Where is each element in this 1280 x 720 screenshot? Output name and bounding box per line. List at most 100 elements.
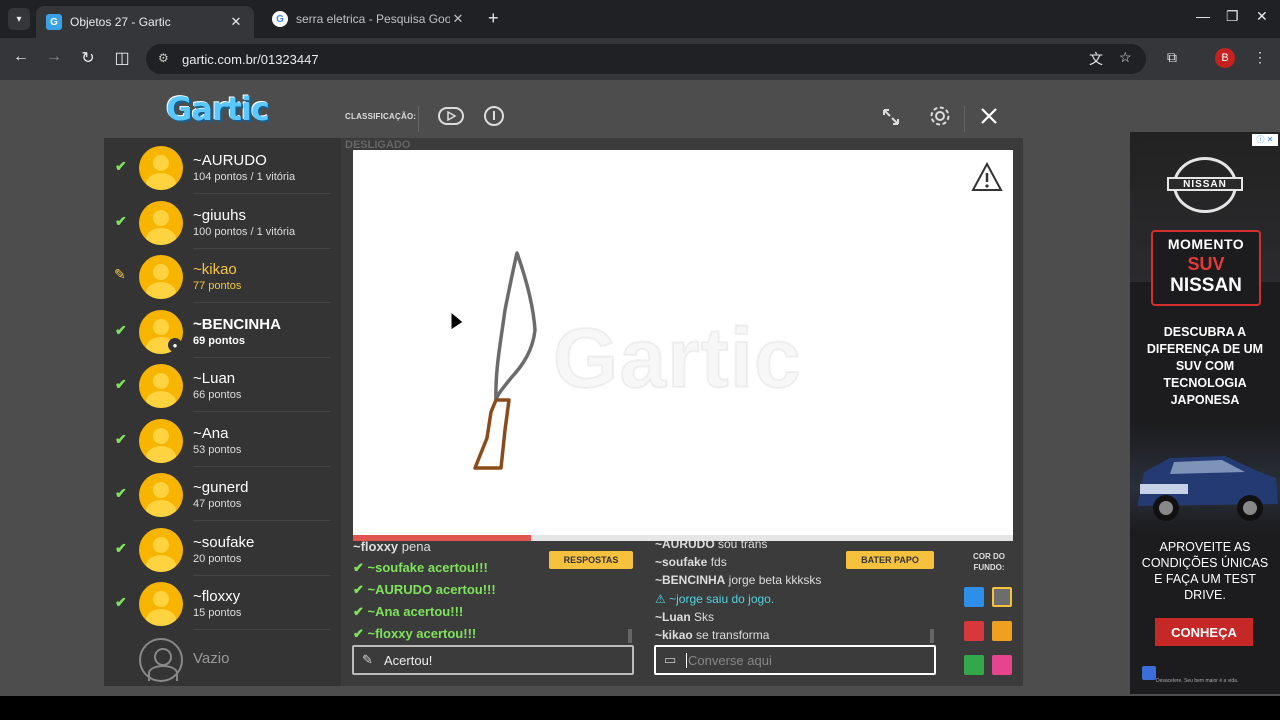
chat-scrollbar[interactable]: [930, 629, 934, 643]
ad-footer-logo: [1142, 666, 1156, 680]
avatar: [139, 364, 183, 408]
fullscreen-icon[interactable]: [881, 107, 901, 132]
chat-input[interactable]: ▭ Converse aqui: [654, 645, 936, 675]
avatar: [139, 255, 183, 299]
adchoices-icon[interactable]: ⓘ ✕: [1252, 134, 1278, 146]
color-swatch[interactable]: [992, 621, 1012, 641]
player-row[interactable]: ✔ ~Ana 53 pontos: [104, 413, 341, 467]
player-name: ~soufake: [193, 534, 255, 551]
chat-system-text: ~jorge saiu do jogo.: [669, 592, 775, 606]
chat-message: ~kikao se transforma: [655, 628, 769, 642]
chat-message: ~BENCINHA jorge beta kkksks: [655, 573, 821, 587]
minimize-icon[interactable]: —: [1196, 8, 1210, 24]
site-info-icon[interactable]: ⚙: [158, 51, 169, 65]
check-icon: ✔: [115, 431, 127, 447]
chat-text: se transforma: [692, 628, 770, 642]
player-name: ~BENCINHA: [193, 316, 281, 333]
player-score: 15 pontos: [193, 607, 242, 619]
chat-message: ~Luan Sks: [655, 610, 714, 624]
player-score: 47 pontos: [193, 498, 242, 510]
player-name: ~AURUDO: [193, 152, 267, 169]
tab-google-search[interactable]: G serra eletrica - Pesquisa Goo ✕: [262, 4, 476, 34]
avatar: [139, 419, 183, 463]
answer-correct: ✔ ~Ana acertou!!!: [353, 604, 463, 620]
answer-input[interactable]: ✎ Acertou!: [352, 645, 634, 675]
players-list: ✔ ~AURUDO 104 pontos / 1 vitória ✔ ~giuu…: [104, 138, 341, 686]
profile-avatar[interactable]: B: [1215, 48, 1235, 68]
extensions-icon[interactable]: ⧉: [1167, 49, 1177, 66]
translate-icon[interactable]: 文: [1089, 49, 1103, 69]
color-swatch[interactable]: [964, 587, 984, 607]
color-swatch-selected[interactable]: [992, 587, 1012, 607]
player-row[interactable]: ✔ ~AURUDO 104 pontos / 1 vitória: [104, 140, 341, 194]
conheca-button[interactable]: CONHEÇA: [1155, 618, 1253, 646]
answers-scrollbar[interactable]: [628, 629, 632, 643]
address-bar[interactable]: ⚙ gartic.com.br/01323447: [146, 44, 1146, 74]
player-row[interactable]: ✔ ~soufake 20 pontos: [104, 522, 341, 576]
player-row[interactable]: ✔ ~gunerd 47 pontos: [104, 467, 341, 521]
background-color-title: COR DO FUNDO:: [973, 552, 1005, 572]
player-name: ~floxxy: [193, 588, 241, 605]
header-divider: [418, 106, 419, 132]
answer-correct-text: ~Ana acertou!!!: [367, 604, 464, 619]
exit-close-icon[interactable]: [979, 106, 999, 131]
answer-message: ~floxxy pena: [353, 541, 431, 554]
answer-correct-text: ~AURUDO acertou!!!: [367, 582, 496, 597]
player-row[interactable]: ✔ ~giuuhs 100 pontos / 1 vitória: [104, 195, 341, 249]
bater-papo-button[interactable]: BATER PAPO: [846, 551, 934, 569]
bookmark-star-icon[interactable]: ☆: [1119, 49, 1132, 66]
tab-search-icon[interactable]: ▾: [8, 8, 30, 30]
back-icon[interactable]: ←: [10, 48, 32, 66]
close-window-icon[interactable]: ✕: [1256, 8, 1268, 25]
player-row[interactable]: ✔ ~Luan 66 pontos: [104, 358, 341, 412]
answer-correct-text: ~soufake acertou!!!: [367, 560, 488, 575]
player-score: 53 pontos: [193, 444, 242, 456]
info-icon[interactable]: [483, 105, 505, 132]
nissan-ad[interactable]: ⓘ ✕ NISSAN MOMENTO SUV NISSAN DESCUBRA A…: [1130, 132, 1280, 694]
settings-gear-icon[interactable]: [929, 105, 951, 132]
empty-slot: Vazio: [104, 632, 341, 686]
new-tab-icon[interactable]: +: [488, 8, 499, 29]
gartic-page: Gartic CLASSIFICAÇÃO: DESLIGADO ✔ ~AURUD…: [0, 80, 1280, 696]
chat-input-placeholder: Converse aqui: [686, 652, 772, 668]
tab-title: Objetos 27 - Gartic: [70, 15, 171, 29]
close-tab-icon[interactable]: ✕: [228, 14, 244, 30]
color-swatch[interactable]: [964, 655, 984, 675]
row-divider: [193, 302, 331, 303]
color-swatch[interactable]: [992, 655, 1012, 675]
close-tab-icon[interactable]: ✕: [450, 11, 466, 27]
chat-text: Sks: [690, 610, 715, 624]
check-icon: ✔: [115, 485, 127, 501]
respostas-button[interactable]: RESPOSTAS: [549, 551, 633, 569]
empty-user-icon: [139, 638, 183, 682]
player-name: ~Luan: [193, 370, 236, 387]
player-row[interactable]: ✔ ● ~BENCINHA 69 pontos: [104, 304, 341, 358]
answer-correct: ✔ ~AURUDO acertou!!!: [353, 582, 496, 598]
player-row[interactable]: ✎ ~kikao 77 pontos: [104, 249, 341, 303]
empty-slot-label: Vazio: [193, 650, 230, 667]
side-panel-icon[interactable]: ◫: [111, 48, 133, 68]
tab-gartic[interactable]: G Objetos 27 - Gartic ✕: [36, 6, 254, 38]
row-divider: [193, 411, 331, 412]
menu-dots-icon[interactable]: ⋮: [1253, 49, 1267, 66]
restore-icon[interactable]: ❐: [1226, 8, 1239, 25]
gartic-logo: Gartic: [166, 90, 270, 128]
player-row[interactable]: ✔ ~floxxy 15 pontos: [104, 576, 341, 630]
forward-icon[interactable]: →: [43, 48, 65, 66]
player-score: 104 pontos / 1 vitória: [193, 171, 296, 183]
row-divider: [193, 193, 331, 194]
color-swatch[interactable]: [964, 621, 984, 641]
check-icon: ✔: [115, 540, 127, 556]
drawing-canvas[interactable]: Gartic: [353, 150, 1013, 538]
google-favicon-icon: G: [272, 11, 288, 27]
answer-user: ~floxxy: [353, 541, 399, 554]
reload-icon[interactable]: ↻: [77, 48, 99, 68]
row-divider: [193, 629, 331, 630]
check-icon: ✔: [115, 376, 127, 392]
rating-badge-icon[interactable]: [438, 106, 464, 131]
chat-message: ~AURUDO sou trans: [655, 541, 767, 551]
bottom-bar: [0, 696, 1280, 720]
suv-car-image: [1130, 422, 1280, 532]
gartic-favicon-icon: G: [46, 14, 62, 30]
chat-text: fds: [707, 555, 727, 569]
